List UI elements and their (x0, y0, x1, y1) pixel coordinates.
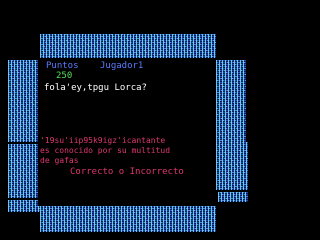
score-value: 250 (56, 71, 73, 81)
border-tile-right-upper (216, 60, 246, 142)
border-tile-left-upper (8, 60, 38, 142)
points-label: Puntos (46, 61, 79, 71)
border-tile-left-bottom (8, 200, 40, 212)
clue-line-2: es conocido por su multitud (40, 146, 171, 155)
border-tile-right-lower (216, 142, 248, 190)
player-label: Jugador1 (100, 61, 144, 71)
border-tile-right-small (218, 192, 248, 202)
border-tile-bottom (40, 206, 216, 232)
question-text: fola'ey,tpgu Lorca? (44, 83, 147, 93)
border-tile-left-lower (8, 144, 38, 198)
clue-line-3: de gafas (40, 156, 79, 165)
clue-line-1: '19su'iip95k9igz'icantante (40, 136, 166, 145)
border-tile-top (40, 34, 216, 60)
game-screen: Puntos Jugador1 250 fola'ey,tpgu Lorca? … (0, 0, 256, 240)
answer-prompt[interactable]: Correcto o Incorrecto (70, 168, 184, 177)
